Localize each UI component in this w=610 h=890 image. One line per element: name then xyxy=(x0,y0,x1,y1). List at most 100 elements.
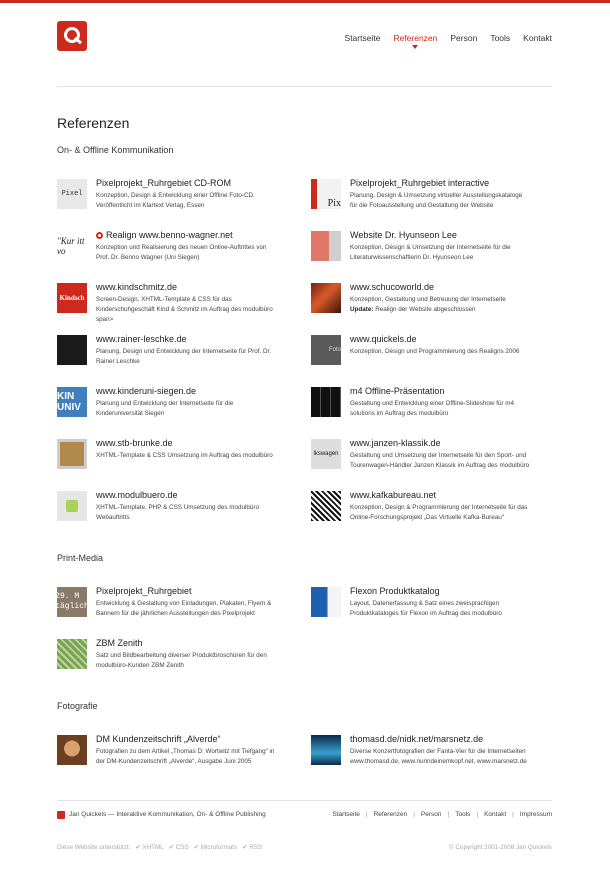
reference-item[interactable]: lkswagen www.janzen-klassik.de Gestaltun… xyxy=(311,438,556,483)
reference-item[interactable]: KIN UNIV www.kinderuni-siegen.de Planung… xyxy=(57,386,302,431)
header-divider xyxy=(57,86,552,87)
thumbnail-image xyxy=(57,639,87,669)
reference-description: Literaturwissenschaftlerin Dr. Hyunseon … xyxy=(350,254,474,262)
footer-link-referenzen[interactable]: Referenzen xyxy=(374,811,408,818)
reference-title[interactable]: www.stb-brunke.de xyxy=(96,438,301,449)
footer-nav: Startseite | Referenzen | Person | Tools | K… xyxy=(332,811,552,818)
reference-item[interactable]: Pixel Pixelprojekt_Ruhrgebiet CD-ROM Kon… xyxy=(57,178,302,223)
thumbnail-image xyxy=(57,439,87,469)
reference-item[interactable]: 29. M täglich Pixelprojekt_Ruhrgebiet En… xyxy=(57,586,302,631)
logo-icon[interactable] xyxy=(57,21,87,51)
reference-description: Konzeption, Design & Entwicklung einer O… xyxy=(96,192,255,199)
reference-item[interactable]: DM Kundenzeitschrift „Alverde“ Fotografi… xyxy=(57,734,302,779)
reference-description: Planung, Design und Entwicklung der Inte… xyxy=(96,348,272,355)
support-rss[interactable]: ✔ RSS xyxy=(242,844,262,851)
support-css[interactable]: ✔ CSS xyxy=(169,844,189,851)
reference-item[interactable]: Foto www.quickels.de Konzeption, Design … xyxy=(311,334,556,379)
reference-description: Konzeption, Design & Programmierung der … xyxy=(350,504,528,511)
section-heading-fotografie: Fotografie xyxy=(57,701,98,711)
reference-item[interactable]: www.stb-brunke.de XHTML-Template & CSS U… xyxy=(57,438,302,483)
reference-description: Konzeption, Gestaltung und Betreuung der… xyxy=(350,296,506,303)
reference-title[interactable]: Flexon Produktkatalog xyxy=(350,586,555,597)
nav-item-kontakt[interactable]: Kontakt xyxy=(523,33,552,43)
reference-item[interactable]: Pix Pixelprojekt_Ruhrgebiet interactive … xyxy=(311,178,556,223)
support-list: Diese Website unterstützt: ✔ XHTML ✔ CSS… xyxy=(57,844,262,851)
main-nav: Startseite Referenzen Person Tools Konta… xyxy=(345,33,552,49)
reference-item[interactable]: Flexon Produktkatalog Layout, Datenerfas… xyxy=(311,586,556,631)
reference-title[interactable]: www.rainer-leschke.de xyxy=(96,334,301,345)
reference-description: Kinderschuhgeschäft Kind & Schmitz im Au… xyxy=(96,306,273,314)
reference-description: Satz und Bildbearbeitung diverser Produk… xyxy=(96,652,267,659)
support-xhtml[interactable]: ✔ XHTML xyxy=(135,844,163,851)
top-accent-bar xyxy=(0,0,610,3)
thumbnail-image: Pixel xyxy=(57,179,87,209)
reference-description: XHTML-Template, PHP & CSS Umsetzung des … xyxy=(96,504,259,511)
reference-description: Bannern für die jährlichen Ausstellungen… xyxy=(96,610,255,618)
reference-description: solutions im Auftrag des modulbüro xyxy=(350,410,449,418)
reference-title[interactable]: www.schucoworld.de xyxy=(350,282,555,293)
nav-item-person[interactable]: Person xyxy=(450,33,477,43)
reference-description: span> xyxy=(96,316,114,324)
reference-item[interactable]: www.schucoworld.de Konzeption, Gestaltun… xyxy=(311,282,556,327)
thumbnail-image xyxy=(311,491,341,521)
reference-title[interactable]: www.modulbuero.de xyxy=(96,490,301,501)
reference-item[interactable]: Website Dr. Hyunseon Lee Konzeption, Des… xyxy=(311,230,556,275)
thumbnail-image xyxy=(311,231,341,261)
reference-title[interactable]: www.janzen-klassik.de xyxy=(350,438,555,449)
reference-description: Gestaltung und Umsetzung der Internetsei… xyxy=(350,452,527,459)
reference-title[interactable]: www.kafkabureau.net xyxy=(350,490,555,501)
reference-description: Rainer Leschke xyxy=(96,358,140,366)
reference-title[interactable]: ZBM Zenith xyxy=(96,638,301,649)
reference-description: Gestaltung und Entwicklung einer Offline… xyxy=(350,400,515,407)
reference-title[interactable]: Pixelprojekt_Ruhrgebiet xyxy=(96,586,301,597)
footer-link-impressum[interactable]: Impressum xyxy=(520,811,552,818)
reference-item[interactable]: ZBM Zenith Satz und Bildbearbeitung dive… xyxy=(57,638,302,683)
reference-item[interactable]: www.rainer-leschke.de Planung, Design un… xyxy=(57,334,302,379)
reference-item[interactable]: www.kafkabureau.net Konzeption, Design &… xyxy=(311,490,556,535)
reference-title[interactable]: www.kinderuni-siegen.de xyxy=(96,386,301,397)
reference-description: Planung, Design & Umsetzung virtueller A… xyxy=(350,192,523,199)
thumbnail-image: "Kur itt vo xyxy=(57,231,87,261)
reference-description: Fotografien zu dem Artikel „Thomas D: Wo… xyxy=(96,748,275,755)
reference-description: Konzeption, Design und Programmierung de… xyxy=(350,348,520,355)
reference-description: für die Fotoausstellung und Gestaltung d… xyxy=(350,202,494,210)
footer-logo-icon xyxy=(57,811,65,819)
nav-item-startseite[interactable]: Startseite xyxy=(345,33,381,43)
reference-title[interactable]: www.quickels.de xyxy=(350,334,555,345)
nav-item-tools[interactable]: Tools xyxy=(490,33,510,43)
reference-title[interactable]: DM Kundenzeitschrift „Alverde“ xyxy=(96,734,301,745)
support-microformats[interactable]: ✔ Microformats xyxy=(194,844,237,851)
footer-link-person[interactable]: Person xyxy=(421,811,442,818)
thumbnail-image: 29. M täglich xyxy=(57,587,87,617)
thumbnail-image: Kindsch xyxy=(57,283,87,313)
thumbnail-image xyxy=(57,491,87,521)
reference-item[interactable]: www.modulbuero.de XHTML-Template, PHP & … xyxy=(57,490,302,535)
thumbnail-image xyxy=(311,587,341,617)
reference-item[interactable]: m4 Offline-Präsentation Gestaltung und E… xyxy=(311,386,556,431)
reference-description: Entwicklung & Gestaltung von Einladungen… xyxy=(96,600,272,607)
thumbnail-image: Pix xyxy=(311,179,341,209)
reference-description: Webauftritts xyxy=(96,514,130,522)
reference-item[interactable]: "Kur itt vo Realign www.benno-wagner.net… xyxy=(57,230,302,275)
reference-item[interactable]: thomasd.de/nidk.net/marsnetz.de Diverse … xyxy=(311,734,556,779)
footer-link-kontakt[interactable]: Kontakt xyxy=(484,811,506,818)
support-label: Diese Website unterstützt: xyxy=(57,844,131,851)
section-heading-print: Print-Media xyxy=(57,553,104,563)
reference-title[interactable]: Pixelprojekt_Ruhrgebiet interactive xyxy=(350,178,555,189)
thumbnail-image xyxy=(57,335,87,365)
reference-title[interactable]: Website Dr. Hyunseon Lee xyxy=(350,230,555,241)
reference-title[interactable]: www.kindschmitz.de xyxy=(96,282,301,293)
reference-description: Planung und Entwicklung der Internetseit… xyxy=(96,400,234,407)
thumbnail-image: KIN UNIV xyxy=(57,387,87,417)
thumbnail-image xyxy=(57,735,87,765)
nav-item-referenzen[interactable]: Referenzen xyxy=(393,33,437,49)
reference-item[interactable]: Kindsch www.kindschmitz.de Screen-Design… xyxy=(57,282,302,327)
reference-title[interactable]: m4 Offline-Präsentation xyxy=(350,386,555,397)
reference-title[interactable]: Pixelprojekt_Ruhrgebiet CD-ROM xyxy=(96,178,301,189)
reference-description: Kinderuniversität Siegen xyxy=(96,410,165,418)
reference-title[interactable]: thomasd.de/nidk.net/marsnetz.de xyxy=(350,734,555,745)
reference-title[interactable]: Realign www.benno-wagner.net xyxy=(106,230,233,240)
reference-description: Layout, Datenerfassung & Satz eines zwei… xyxy=(350,600,500,607)
footer-link-startseite[interactable]: Startseite xyxy=(332,811,359,818)
footer-link-tools[interactable]: Tools xyxy=(455,811,470,818)
